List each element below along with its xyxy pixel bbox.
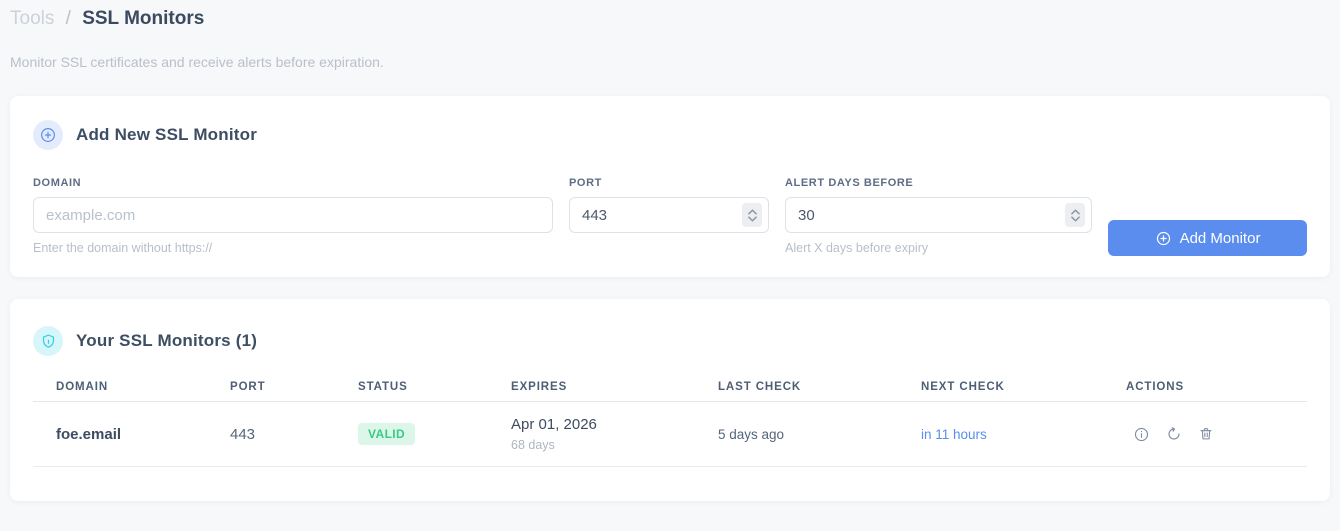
page-subtitle: Monitor SSL certificates and receive ale… bbox=[10, 54, 384, 70]
monitor-status-cell: VALID bbox=[358, 423, 511, 445]
expires-days-remaining: 68 days bbox=[511, 438, 555, 452]
alert-days-stepper[interactable] bbox=[1065, 203, 1085, 227]
add-monitor-header: Add New SSL Monitor bbox=[33, 120, 1307, 150]
port-field-group: PORT bbox=[569, 177, 769, 233]
table-header-row: DOMAIN PORT STATUS EXPIRES LAST CHECK NE… bbox=[33, 373, 1307, 402]
breadcrumb-tools-link[interactable]: Tools bbox=[10, 8, 54, 29]
plus-circle-icon bbox=[33, 120, 63, 150]
ssl-monitors-page: Tools / SSL Monitors Monitor SSL certifi… bbox=[0, 0, 1340, 531]
submit-column: Add Monitor bbox=[1108, 220, 1307, 256]
add-monitor-button[interactable]: Add Monitor bbox=[1108, 220, 1307, 256]
add-monitor-title: Add New SSL Monitor bbox=[76, 125, 258, 144]
table-row: foe.email 443 VALID Apr 01, 2026 68 days… bbox=[33, 402, 1307, 467]
domain-helper-text: Enter the domain without https:// bbox=[33, 241, 213, 255]
refresh-icon bbox=[1168, 427, 1180, 440]
domain-label: DOMAIN bbox=[33, 177, 82, 189]
col-header-domain: DOMAIN bbox=[56, 381, 109, 393]
monitor-actions-cell bbox=[1126, 426, 1307, 443]
shield-icon bbox=[33, 326, 63, 356]
info-button[interactable] bbox=[1133, 426, 1150, 443]
plus-circle-icon bbox=[1156, 231, 1170, 245]
alert-days-field-group: ALERT DAYS BEFORE Alert X days before ex… bbox=[785, 177, 1092, 255]
chevron-up-icon bbox=[747, 208, 757, 215]
col-header-status: STATUS bbox=[358, 381, 408, 393]
expires-date: Apr 01, 2026 bbox=[511, 416, 597, 433]
port-label: PORT bbox=[569, 177, 602, 189]
col-header-next-check: NEXT CHECK bbox=[921, 381, 1005, 393]
add-monitor-card: Add New SSL Monitor DOMAIN Enter the dom… bbox=[10, 96, 1330, 277]
breadcrumb: Tools / SSL Monitors bbox=[10, 6, 1330, 32]
port-input[interactable] bbox=[569, 197, 769, 233]
domain-input[interactable] bbox=[33, 197, 553, 233]
page-title: SSL Monitors bbox=[82, 8, 205, 29]
chevron-down-icon bbox=[1070, 215, 1080, 222]
col-header-last-check: LAST CHECK bbox=[718, 381, 802, 393]
monitors-list-header: Your SSL Monitors (1) bbox=[33, 326, 1307, 356]
add-monitor-button-label: Add Monitor bbox=[1179, 229, 1261, 247]
monitors-list-title: Your SSL Monitors (1) bbox=[76, 331, 258, 350]
alert-days-helper-text: Alert X days before expiry bbox=[785, 241, 929, 255]
add-monitor-form: DOMAIN Enter the domain without https://… bbox=[33, 177, 1307, 256]
chevron-down-icon bbox=[747, 215, 757, 222]
col-header-port: PORT bbox=[230, 381, 266, 393]
monitors-table: DOMAIN PORT STATUS EXPIRES LAST CHECK NE… bbox=[33, 373, 1307, 467]
monitor-port: 443 bbox=[230, 425, 256, 443]
domain-field-group: DOMAIN Enter the domain without https:// bbox=[33, 177, 553, 255]
status-badge: VALID bbox=[358, 423, 416, 445]
chevron-up-icon bbox=[1070, 208, 1080, 215]
col-header-expires: EXPIRES bbox=[511, 381, 568, 393]
monitor-domain: foe.email bbox=[56, 425, 122, 443]
refresh-button[interactable] bbox=[1166, 426, 1182, 442]
monitor-last-check: 5 days ago bbox=[718, 426, 785, 442]
monitor-expires-cell: Apr 01, 2026 68 days bbox=[511, 416, 718, 452]
monitors-list-card: Your SSL Monitors (1) DOMAIN PORT STATUS… bbox=[10, 299, 1330, 501]
breadcrumb-separator: / bbox=[65, 8, 71, 29]
monitor-next-check: in 11 hours bbox=[921, 426, 987, 442]
info-icon bbox=[1134, 427, 1149, 441]
port-stepper[interactable] bbox=[742, 203, 762, 227]
alert-days-label: ALERT DAYS BEFORE bbox=[785, 177, 914, 189]
delete-button[interactable] bbox=[1198, 426, 1214, 442]
col-header-actions: ACTIONS bbox=[1126, 381, 1185, 393]
alert-days-input[interactable] bbox=[785, 197, 1092, 233]
trash-icon bbox=[1200, 428, 1212, 440]
